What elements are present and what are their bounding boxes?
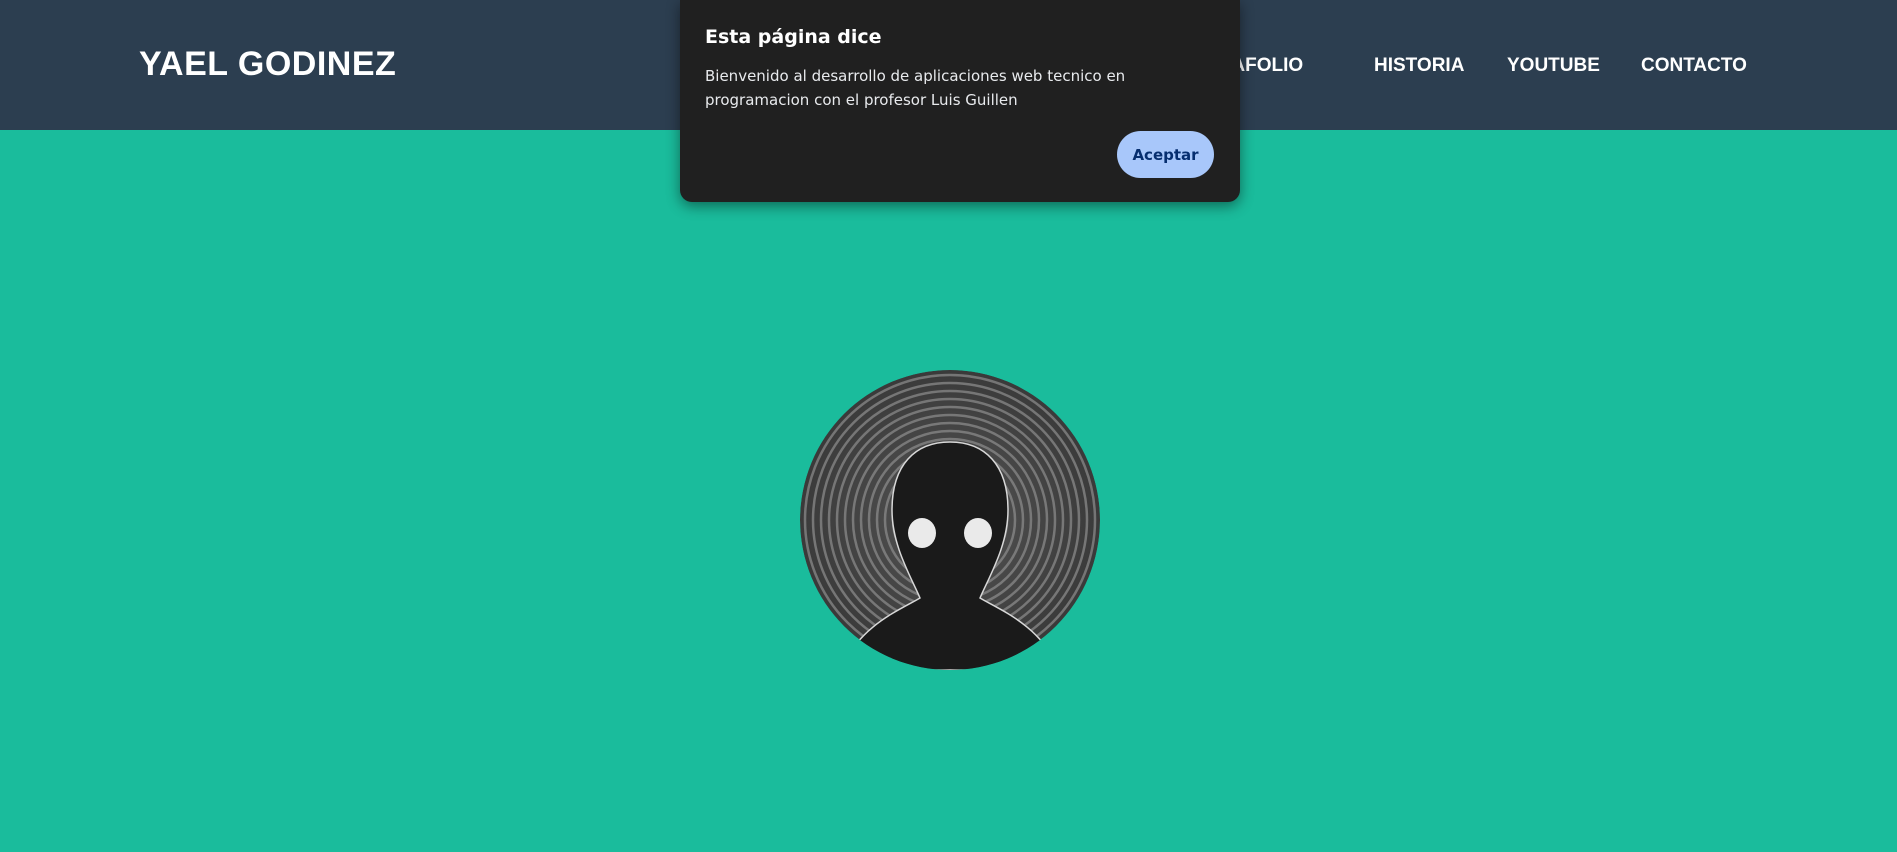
- nav-item-contacto[interactable]: CONTACTO: [1641, 55, 1747, 77]
- alert-dialog: Esta página dice Bienvenido al desarroll…: [680, 0, 1240, 202]
- brand-title[interactable]: YAEL GODINEZ: [139, 45, 396, 84]
- dialog-title: Esta página dice: [705, 26, 882, 48]
- dialog-message: Bienvenido al desarrollo de aplicaciones…: [705, 67, 1126, 109]
- profile-avatar: [800, 370, 1100, 670]
- accept-button[interactable]: Aceptar: [1117, 131, 1214, 178]
- nav-item-historia[interactable]: HISTORIA: [1374, 55, 1464, 77]
- nav-item-youtube[interactable]: YOUTUBE: [1507, 55, 1600, 77]
- hooded-figure-avatar-icon: [800, 370, 1100, 670]
